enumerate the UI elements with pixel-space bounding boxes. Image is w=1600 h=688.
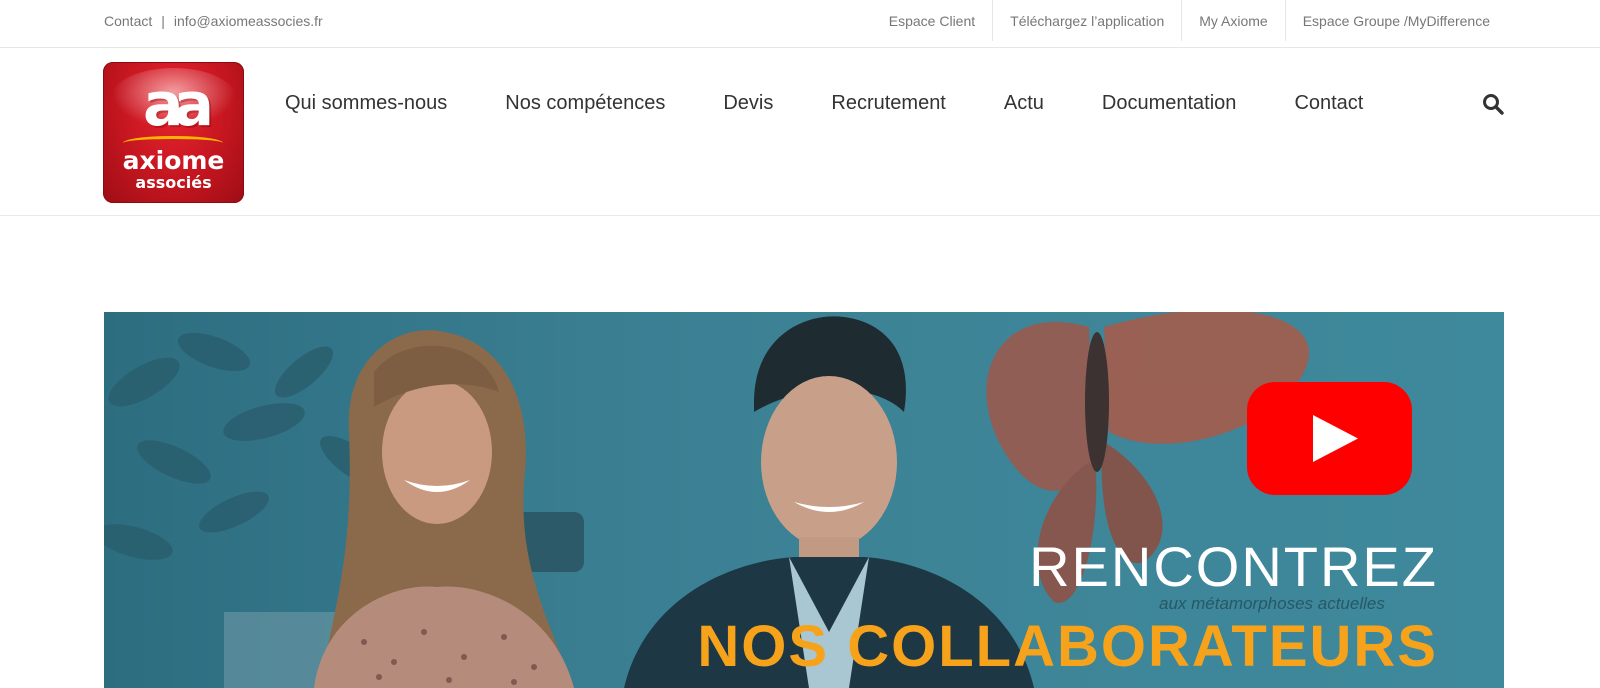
logo-name-line1: axiome <box>122 146 225 175</box>
axiome-logo[interactable]: aa axiome associés <box>103 62 244 203</box>
nav-item-nos-competences[interactable]: Nos compétences <box>505 92 665 115</box>
nav-item-documentation[interactable]: Documentation <box>1102 92 1237 115</box>
hero-title-line2: NOS COLLABORATEURS <box>697 614 1438 679</box>
topbar-email-link[interactable]: info@axiomeassocies.fr <box>174 13 323 29</box>
topbar-contact-link[interactable]: Contact <box>104 13 152 29</box>
site-header: aa axiome associés Qui sommes-nous Nos c… <box>0 48 1600 216</box>
topbar-links: Espace Client Téléchargez l’application … <box>872 0 1496 48</box>
hero-title-line1: RENCONTREZ <box>1029 535 1438 598</box>
topbar-contact-info: Contact | info@axiomeassocies.fr <box>104 0 323 41</box>
nav-item-contact[interactable]: Contact <box>1294 92 1363 115</box>
topbar-separator: | <box>161 12 165 29</box>
topbar-link-my-axiome[interactable]: My Axiome <box>1181 0 1284 41</box>
topbar-link-telechargez-app[interactable]: Téléchargez l’application <box>992 0 1181 41</box>
logo-mark: aa <box>143 70 214 140</box>
nav-item-recrutement[interactable]: Recrutement <box>831 92 946 115</box>
nav-item-devis[interactable]: Devis <box>723 92 773 115</box>
topbar-link-espace-groupe[interactable]: Espace Groupe /MyDifference <box>1284 0 1496 41</box>
top-bar: Contact | info@axiomeassocies.fr Espace … <box>0 0 1600 48</box>
search-icon[interactable] <box>1482 93 1504 115</box>
youtube-play-icon[interactable] <box>1247 382 1412 495</box>
logo-name-line2: associés <box>135 173 212 192</box>
nav-item-qui-sommes-nous[interactable]: Qui sommes-nous <box>285 92 447 115</box>
hero-video[interactable]: aux métamorphoses actuelles RENCONTREZ N… <box>104 312 1504 688</box>
nav-item-actu[interactable]: Actu <box>1004 92 1044 115</box>
topbar-link-espace-client[interactable]: Espace Client <box>872 0 992 41</box>
main-nav: Qui sommes-nous Nos compétences Devis Re… <box>285 48 1363 158</box>
